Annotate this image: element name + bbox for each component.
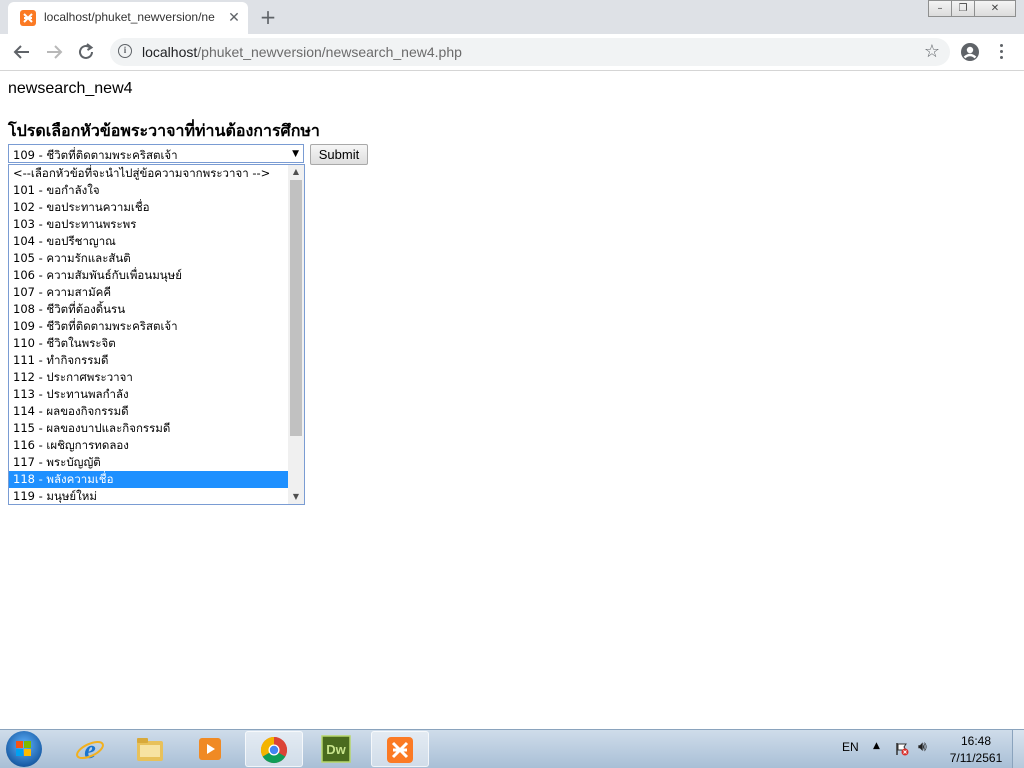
dropdown-option[interactable]: 103 - ขอประทานพระพร bbox=[9, 216, 288, 233]
show-desktop-button[interactable] bbox=[1012, 730, 1024, 768]
close-icon: ✕ bbox=[990, 3, 1000, 14]
url-path: /phuket_newversion/newsearch_new4.php bbox=[197, 44, 462, 60]
dropdown-option[interactable]: 112 - ประกาศพระวาจา bbox=[9, 369, 288, 386]
bookmark-star-icon[interactable]: ☆ bbox=[924, 41, 940, 63]
url-host: localhost bbox=[142, 44, 198, 60]
dropdown-option[interactable]: 106 - ความสัมพันธ์กับเพื่อนมนุษย์ bbox=[9, 267, 288, 284]
minimize-button[interactable]: – bbox=[928, 0, 952, 17]
taskbar-chrome[interactable] bbox=[245, 731, 303, 767]
browser-menu-icon[interactable] bbox=[994, 42, 1010, 62]
submit-button[interactable]: Submit bbox=[310, 144, 368, 165]
screen: localhost/phuket_newversion/ne ✕ + – ❐ ✕… bbox=[0, 0, 1024, 768]
dropdown-option[interactable]: 111 - ทำกิจกรรมดี bbox=[9, 352, 288, 369]
windows-logo-icon bbox=[16, 741, 32, 757]
dreamweaver-icon: Dw bbox=[321, 735, 351, 763]
show-hidden-icons-icon[interactable]: ▲ bbox=[873, 741, 880, 751]
browser-toolbar: i localhost/phuket_newversion/newsearch_… bbox=[0, 34, 1024, 71]
taskbar-internet-explorer[interactable]: e bbox=[62, 731, 120, 767]
reload-icon bbox=[79, 43, 94, 59]
dropdown-option[interactable]: 102 - ขอประทานความเชื่อ bbox=[9, 199, 288, 216]
page-content: newsearch_new4 โปรดเลือกหัวข้อพระวาจาที่… bbox=[0, 71, 1024, 729]
back-arrow-icon bbox=[13, 45, 29, 59]
xampp-favicon-icon bbox=[20, 10, 36, 26]
dropdown-scrollbar[interactable]: ▲ ▼ bbox=[288, 165, 304, 504]
window-controls: – ❐ ✕ bbox=[928, 0, 1016, 18]
page-heading: newsearch_new4 bbox=[8, 80, 133, 97]
profile-icon[interactable] bbox=[960, 42, 980, 62]
language-indicator[interactable]: EN bbox=[842, 740, 859, 754]
scroll-up-icon[interactable]: ▲ bbox=[288, 165, 304, 179]
folder-icon bbox=[137, 738, 163, 761]
dropdown-option[interactable]: 101 - ขอกำลังใจ bbox=[9, 182, 288, 199]
dropdown-option[interactable]: 117 - พระบัญญัติ bbox=[9, 454, 288, 471]
internet-explorer-icon: e bbox=[76, 735, 104, 763]
dropdown-option[interactable]: 104 - ขอปรีชาญาณ bbox=[9, 233, 288, 250]
dropdown-option[interactable]: 107 - ความสามัคคี bbox=[9, 284, 288, 301]
clock-date[interactable]: 7/11/2561 bbox=[944, 751, 1008, 765]
restore-button[interactable]: ❐ bbox=[951, 0, 975, 17]
tab-title: localhost/phuket_newversion/ne bbox=[44, 10, 215, 24]
dropdown-option[interactable]: 109 - ชีวิตที่ติดตามพระคริสตเจ้า bbox=[9, 318, 288, 335]
start-button[interactable] bbox=[6, 731, 42, 767]
topic-select[interactable]: 109 - ชีวิตที่ติดตามพระคริสตเจ้า ▼ bbox=[8, 144, 304, 163]
dropdown-option[interactable]: 119 - มนุษย์ใหม่ bbox=[9, 488, 288, 504]
address-bar[interactable]: i localhost/phuket_newversion/newsearch_… bbox=[110, 38, 950, 66]
reload-button[interactable] bbox=[74, 40, 98, 64]
svg-text:e: e bbox=[84, 735, 96, 763]
forward-button[interactable] bbox=[42, 40, 66, 64]
taskbar-file-explorer[interactable] bbox=[122, 731, 180, 767]
dropdown-option[interactable]: 116 - เผชิญการทดลอง bbox=[9, 437, 288, 454]
browser-tab[interactable]: localhost/phuket_newversion/ne ✕ bbox=[8, 2, 248, 34]
dropdown-option[interactable]: 105 - ความรักและสันติ bbox=[9, 250, 288, 267]
url-text[interactable]: localhost/phuket_newversion/newsearch_ne… bbox=[142, 44, 462, 60]
close-window-button[interactable]: ✕ bbox=[974, 0, 1016, 17]
dropdown-option[interactable]: 118 - พลังความเชื่อ bbox=[9, 471, 288, 488]
topic-dropdown-list: <--เลือกหัวข้อที่จะนำไปสู่ข้อความจากพระว… bbox=[8, 164, 305, 505]
new-tab-button[interactable]: + bbox=[256, 5, 280, 29]
restore-icon: ❐ bbox=[958, 3, 968, 14]
instruction-heading: โปรดเลือกหัวข้อพระวาจาที่ท่านต้องการศึกษ… bbox=[8, 121, 320, 140]
dropdown-option[interactable]: 115 - ผลของบาปและกิจกรรมดี bbox=[9, 420, 288, 437]
dropdown-option[interactable]: 108 - ชีวิตที่ต้องดิ้นรน bbox=[9, 301, 288, 318]
taskbar-media-player[interactable] bbox=[182, 731, 240, 767]
dropdown-option[interactable]: <--เลือกหัวข้อที่จะนำไปสู่ข้อความจากพระว… bbox=[9, 165, 288, 182]
chrome-icon bbox=[260, 736, 288, 764]
windows-taskbar: e Dw EN ▲ 🔊︎ 16:48 7/11/2561 bbox=[0, 729, 1024, 768]
topic-select-value: 109 - ชีวิตที่ติดตามพระคริสตเจ้า bbox=[13, 148, 178, 162]
dropdown-option[interactable]: 113 - ประทานพลกำลัง bbox=[9, 386, 288, 403]
tab-close-icon[interactable]: ✕ bbox=[226, 10, 242, 26]
scroll-down-icon[interactable]: ▼ bbox=[288, 490, 304, 504]
site-info-icon[interactable]: i bbox=[118, 44, 132, 58]
action-center-flag-icon[interactable] bbox=[895, 742, 909, 756]
media-player-icon bbox=[199, 738, 221, 760]
volume-icon[interactable]: 🔊︎ bbox=[918, 739, 927, 755]
taskbar-xampp[interactable] bbox=[371, 731, 429, 767]
scrollbar-thumb[interactable] bbox=[290, 180, 302, 436]
minimize-icon: – bbox=[937, 3, 943, 14]
dropdown-arrow-icon: ▼ bbox=[292, 149, 299, 159]
dropdown-option[interactable]: 114 - ผลของกิจกรรมดี bbox=[9, 403, 288, 420]
dreamweaver-label: Dw bbox=[326, 742, 346, 757]
forward-arrow-icon bbox=[47, 45, 63, 59]
browser-titlebar: localhost/phuket_newversion/ne ✕ + – ❐ ✕ bbox=[0, 0, 1024, 34]
taskbar-dreamweaver[interactable]: Dw bbox=[308, 731, 366, 767]
clock-time[interactable]: 16:48 bbox=[944, 734, 1008, 748]
dropdown-option[interactable]: 110 - ชีวิตในพระจิต bbox=[9, 335, 288, 352]
xampp-icon bbox=[387, 737, 413, 763]
back-button[interactable] bbox=[10, 40, 34, 64]
